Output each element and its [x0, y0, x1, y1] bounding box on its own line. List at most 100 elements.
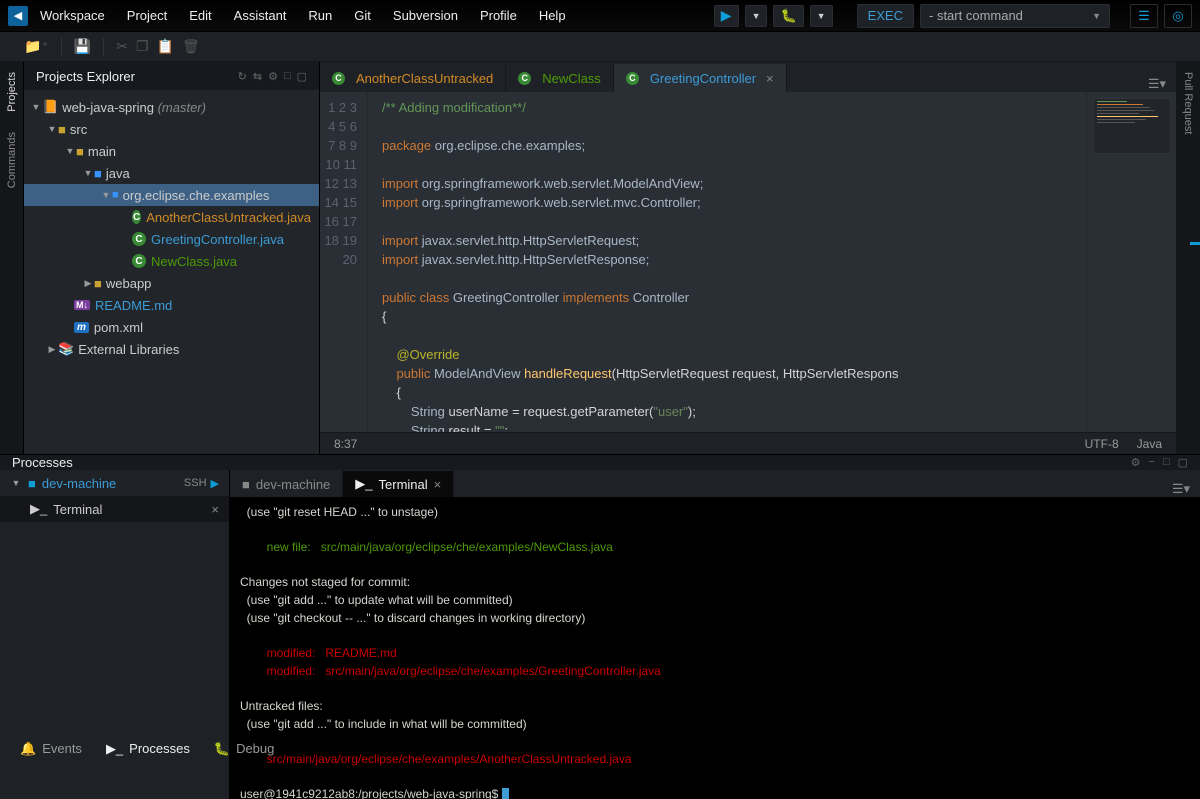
tab-options-icon[interactable]: ☰▾ — [1138, 76, 1176, 92]
close-icon[interactable]: ▢ — [1178, 456, 1188, 469]
tree-file-anotherclass[interactable]: C AnotherClassUntracked.java — [24, 206, 319, 228]
bottom-events[interactable]: 🔔 Events — [20, 741, 82, 757]
copy-icon[interactable]: ❐ — [136, 38, 149, 55]
close-tab-icon[interactable]: × — [766, 71, 774, 86]
debug-button[interactable]: 🐛 — [773, 5, 803, 27]
list-icon-button[interactable]: ☰ — [1130, 4, 1158, 28]
class-icon: C — [132, 254, 146, 268]
explorer-title: Projects Explorer — [36, 69, 135, 84]
tree-readme[interactable]: M↓ README.md — [24, 294, 319, 316]
save-icon[interactable]: 💾 — [74, 38, 91, 55]
rail-pull-request[interactable]: Pull Request — [1182, 72, 1194, 134]
explorer-header: Projects Explorer ↻ ⇆ ⚙ □ ▢ — [24, 62, 319, 90]
tree-webapp[interactable]: ▶■webapp — [24, 272, 319, 294]
close-tab-icon[interactable]: × — [434, 477, 442, 492]
command-select[interactable]: - start command ▼ — [920, 4, 1110, 28]
projects-explorer: Projects Explorer ↻ ⇆ ⚙ □ ▢ ▼📙 web-java-… — [24, 62, 320, 454]
line-gutter: 1 2 3 4 5 6 7 8 9 10 11 12 13 14 15 16 1… — [320, 92, 368, 432]
code-editor[interactable]: /** Adding modification**/ package org.e… — [368, 92, 1086, 432]
process-icon: ▶_ — [106, 741, 123, 757]
ssh-label[interactable]: SSH — [184, 477, 207, 489]
gear-icon[interactable]: ⚙ — [1131, 456, 1141, 469]
menu-workspace[interactable]: Workspace — [40, 8, 105, 23]
tab-greeting[interactable]: C GreetingController × — [614, 64, 787, 92]
terminal-add-icon[interactable]: ▶ — [211, 477, 219, 490]
events-icon: 🔔 — [20, 741, 36, 757]
encoding-label[interactable]: UTF-8 — [1085, 437, 1119, 451]
bottom-processes[interactable]: ▶_ Processes — [106, 741, 190, 757]
process-machine[interactable]: ▼■ dev-machine SSH▶ — [0, 470, 229, 496]
maximize-icon[interactable]: □ — [1163, 456, 1170, 469]
chevron-down-icon: ▼ — [1092, 11, 1101, 21]
minimize-icon[interactable]: − — [1149, 456, 1155, 469]
command-placeholder: - start command — [929, 8, 1023, 23]
tab-options-icon[interactable]: ☰▾ — [1162, 481, 1200, 497]
tab-newclass[interactable]: C NewClass — [506, 64, 614, 92]
terminal-output[interactable]: (use "git reset HEAD ..." to unstage) ne… — [230, 498, 1200, 799]
gear-icon[interactable]: ⚙ — [268, 70, 278, 83]
tree-file-newclass[interactable]: C NewClass.java — [24, 250, 319, 272]
exec-chip[interactable]: EXEC — [857, 4, 914, 28]
cut-icon[interactable]: ✂ — [116, 38, 128, 55]
class-icon: C — [132, 210, 141, 224]
menu-assistant[interactable]: Assistant — [234, 8, 287, 23]
menu-edit[interactable]: Edit — [189, 8, 211, 23]
target-icon-button[interactable]: ◎ — [1164, 4, 1192, 28]
menu-profile[interactable]: Profile — [480, 8, 517, 23]
top-menubar: ◀ Workspace Project Edit Assistant Run G… — [0, 0, 1200, 32]
left-rail: Projects Commands — [0, 62, 24, 454]
terminal-icon: ▶_ — [355, 476, 372, 492]
class-icon: C — [132, 232, 146, 246]
editor-area: C AnotherClassUntracked C NewClass C Gre… — [320, 62, 1176, 454]
menu-run[interactable]: Run — [308, 8, 332, 23]
run-dropdown[interactable]: ▼ — [745, 5, 768, 27]
maven-icon: m — [74, 322, 89, 333]
ttab-terminal[interactable]: ▶_ Terminal × — [343, 471, 454, 497]
tree-package[interactable]: ▼■org.eclipse.che.examples — [24, 184, 319, 206]
markdown-icon: M↓ — [74, 300, 90, 310]
tree-project[interactable]: ▼📙 web-java-spring (master) — [24, 96, 319, 118]
tab-anotherclass[interactable]: C AnotherClassUntracked — [320, 64, 506, 92]
tree-java[interactable]: ▼■java — [24, 162, 319, 184]
processes-header: Processes ⚙ − □ ▢ — [0, 455, 1200, 470]
marker-icon — [1190, 242, 1200, 245]
tree-src[interactable]: ▼■src — [24, 118, 319, 140]
machine-icon: ■ — [242, 477, 250, 492]
sync-icon[interactable]: ↻ — [238, 70, 247, 83]
project-name: web-java-spring — [62, 100, 154, 115]
project-tree: ▼📙 web-java-spring (master) ▼■src ▼■main… — [24, 90, 319, 454]
minimize-icon[interactable]: □ — [284, 70, 291, 83]
editor-tabs: C AnotherClassUntracked C NewClass C Gre… — [320, 62, 1176, 92]
ttab-devmachine[interactable]: ■ dev-machine — [230, 471, 343, 497]
new-file-icon[interactable]: 📁⁺ — [24, 38, 49, 55]
minimap[interactable] — [1086, 92, 1176, 432]
tree-pom[interactable]: m pom.xml — [24, 316, 319, 338]
tree-main[interactable]: ▼■main — [24, 140, 319, 162]
rail-commands[interactable]: Commands — [6, 132, 18, 188]
bug-icon: 🐛 — [214, 741, 230, 757]
rail-projects[interactable]: Projects — [6, 72, 18, 112]
close-icon[interactable]: × — [211, 502, 219, 517]
back-button[interactable]: ◀ — [8, 6, 28, 26]
branch-label: (master) — [158, 100, 206, 115]
language-label[interactable]: Java — [1137, 437, 1162, 451]
collapse-icon[interactable]: ⇆ — [253, 70, 262, 83]
menu-project[interactable]: Project — [127, 8, 167, 23]
paste-icon[interactable]: 📋 — [157, 38, 174, 55]
cursor-position: 8:37 — [334, 437, 357, 451]
run-button[interactable]: ▶ — [714, 5, 739, 27]
tree-file-greeting[interactable]: C GreetingController.java — [24, 228, 319, 250]
right-rail: Pull Request — [1176, 62, 1200, 454]
debug-dropdown[interactable]: ▼ — [810, 5, 833, 27]
close-icon[interactable]: ▢ — [297, 70, 307, 83]
delete-icon[interactable]: 🗑 — [182, 38, 200, 55]
processes-title: Processes — [12, 455, 73, 470]
terminal-icon: ▶_ — [30, 501, 47, 517]
tree-external-libs[interactable]: ▶📚External Libraries — [24, 338, 319, 360]
terminal-tabs: ■ dev-machine ▶_ Terminal × ☰▾ — [230, 470, 1200, 498]
bottom-debug[interactable]: 🐛 Debug — [214, 741, 275, 757]
process-terminal[interactable]: ▶_ Terminal × — [0, 496, 229, 522]
menu-help[interactable]: Help — [539, 8, 566, 23]
menu-subversion[interactable]: Subversion — [393, 8, 458, 23]
menu-git[interactable]: Git — [354, 8, 371, 23]
